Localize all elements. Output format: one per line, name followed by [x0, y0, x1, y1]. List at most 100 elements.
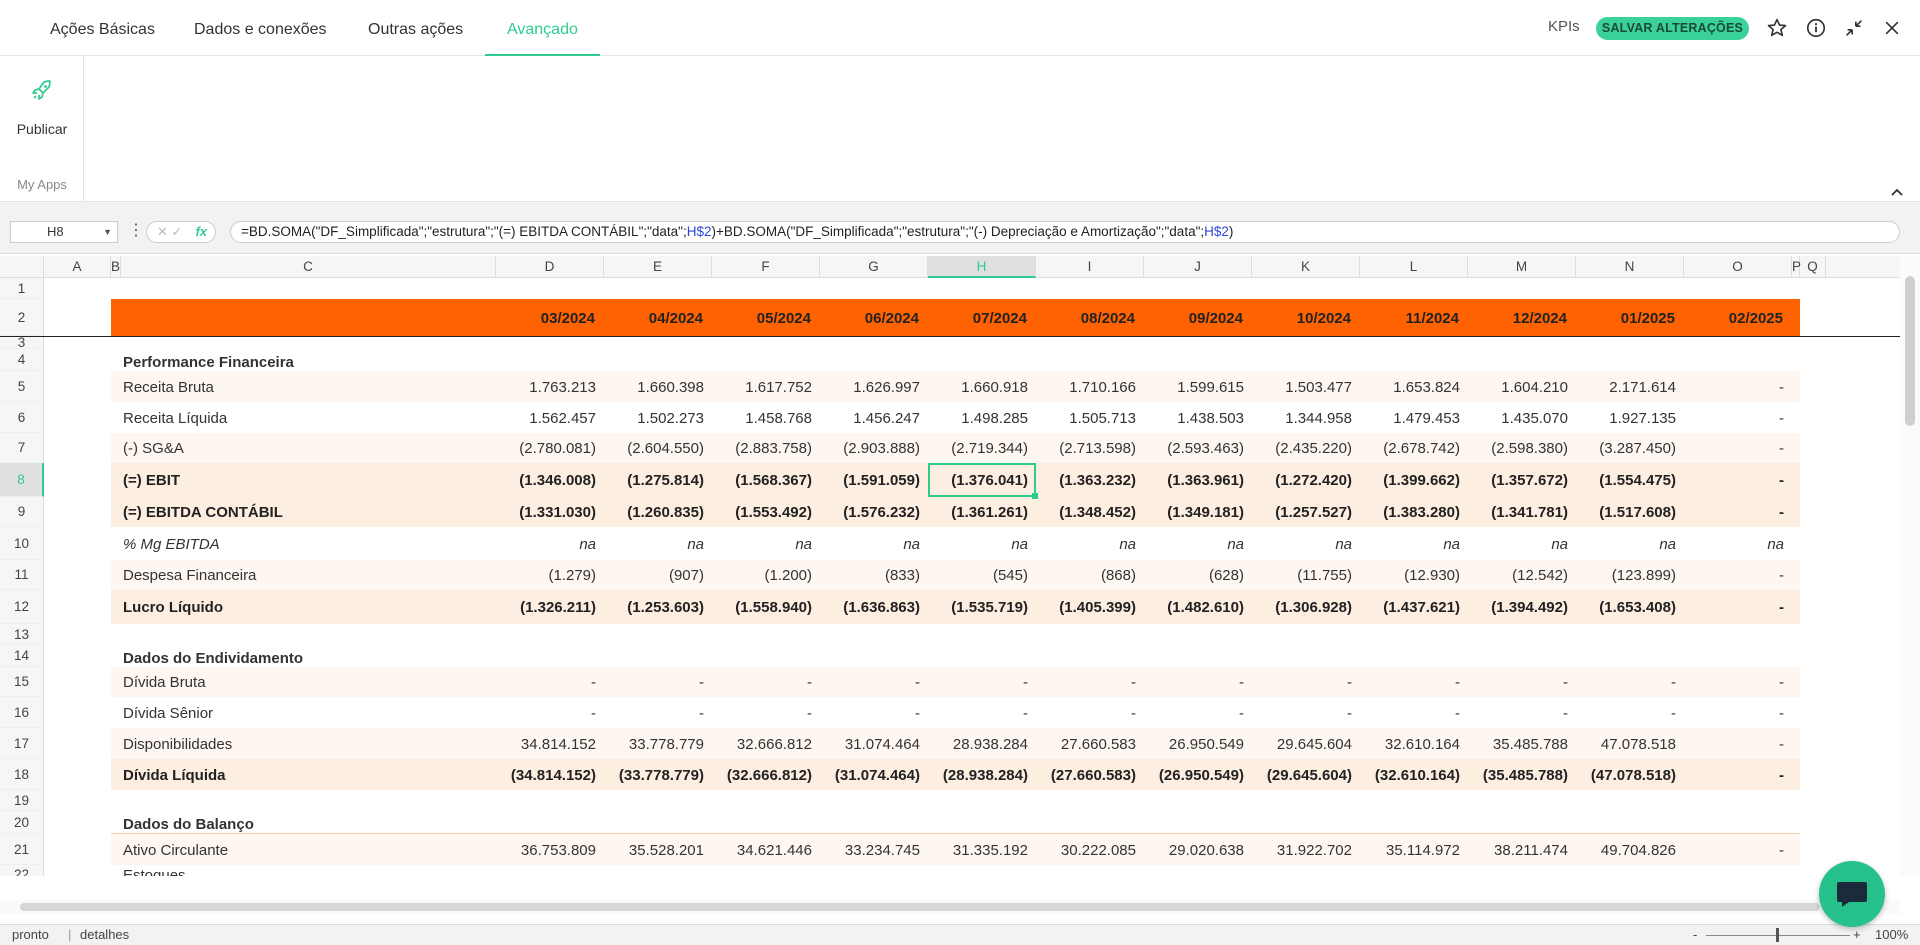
column-header-b[interactable]: B — [111, 256, 121, 278]
data-cell[interactable]: 33.778.779 — [600, 728, 704, 759]
data-cell[interactable]: 1.763.213 — [492, 371, 596, 402]
cancel-icon[interactable]: ✕ — [157, 224, 168, 239]
data-cell[interactable]: 1.502.273 — [600, 402, 704, 433]
data-cell[interactable]: - — [1356, 697, 1460, 728]
more-options-icon[interactable]: ⋮ — [128, 221, 144, 241]
zoom-slider-thumb[interactable] — [1776, 928, 1779, 942]
data-cell[interactable]: (1.405.399) — [1032, 590, 1136, 624]
data-cell[interactable]: 35.528.201 — [600, 834, 704, 865]
data-cell[interactable]: - — [1680, 834, 1784, 865]
data-cell[interactable]: (2.883.758) — [708, 433, 812, 463]
row-header-8[interactable]: 8 — [0, 463, 44, 497]
row-header-10[interactable]: 10 — [0, 527, 44, 560]
row-header-14[interactable]: 14 — [0, 645, 44, 667]
row-header-5[interactable]: 5 — [0, 371, 44, 402]
tab-acoes-basicas[interactable]: Ações Básicas — [28, 0, 177, 56]
row-header-3[interactable]: 3 — [0, 336, 44, 349]
row-header-12[interactable]: 12 — [0, 590, 44, 624]
tab-avancado[interactable]: Avançado — [485, 0, 600, 56]
data-cell[interactable]: na — [1572, 527, 1676, 560]
data-cell[interactable]: 36.753.809 — [492, 834, 596, 865]
data-cell[interactable]: 1.479.453 — [1356, 402, 1460, 433]
data-cell[interactable]: - — [1356, 667, 1460, 697]
data-cell[interactable]: (1.257.527) — [1248, 497, 1352, 527]
data-cell[interactable]: 1.435.070 — [1464, 402, 1568, 433]
data-cell[interactable]: 1.562.457 — [492, 402, 596, 433]
data-cell[interactable]: - — [1680, 560, 1784, 590]
row-header-21[interactable]: 21 — [0, 834, 44, 865]
data-cell[interactable]: (628) — [1140, 560, 1244, 590]
data-cell[interactable]: (26.950.549) — [1140, 759, 1244, 790]
data-cell[interactable]: na — [492, 527, 596, 560]
data-cell[interactable]: - — [708, 697, 812, 728]
data-cell[interactable]: (1.306.928) — [1248, 590, 1352, 624]
data-cell[interactable]: na — [924, 527, 1028, 560]
row-header-9[interactable]: 9 — [0, 497, 44, 527]
column-header-k[interactable]: K — [1252, 256, 1360, 278]
data-cell[interactable]: (35.485.788) — [1464, 759, 1568, 790]
data-cell[interactable]: na — [708, 527, 812, 560]
data-cell[interactable]: 1.438.503 — [1140, 402, 1244, 433]
data-cell[interactable]: (2.604.550) — [600, 433, 704, 463]
data-cell[interactable]: 1.626.997 — [816, 371, 920, 402]
data-cell[interactable]: 29.020.638 — [1140, 834, 1244, 865]
data-cell[interactable]: (1.558.940) — [708, 590, 812, 624]
data-cell[interactable]: 1.653.824 — [1356, 371, 1460, 402]
fill-handle[interactable] — [1032, 493, 1038, 499]
column-header-h[interactable]: H — [928, 256, 1036, 278]
data-cell[interactable]: 34.814.152 — [492, 728, 596, 759]
data-cell[interactable]: (29.645.604) — [1248, 759, 1352, 790]
data-cell[interactable]: (1.399.662) — [1356, 463, 1460, 497]
row-header-16[interactable]: 16 — [0, 697, 44, 728]
data-cell[interactable]: (1.554.475) — [1572, 463, 1676, 497]
data-cell[interactable]: - — [1248, 667, 1352, 697]
data-cell[interactable]: (32.610.164) — [1356, 759, 1460, 790]
data-cell[interactable]: (2.435.220) — [1248, 433, 1352, 463]
details-link[interactable]: detalhes — [80, 925, 129, 945]
data-cell[interactable]: - — [1680, 371, 1784, 402]
row-header-2[interactable]: 2 — [0, 299, 44, 336]
column-header-g[interactable]: G — [820, 256, 928, 278]
data-cell[interactable]: - — [816, 697, 920, 728]
data-cell[interactable]: na — [1032, 527, 1136, 560]
save-changes-button[interactable]: SALVAR ALTERAÇÕES — [1596, 17, 1749, 40]
row-header-18[interactable]: 18 — [0, 759, 44, 790]
data-cell[interactable]: 34.621.446 — [708, 834, 812, 865]
zoom-out-button[interactable]: - — [1693, 925, 1697, 945]
data-cell[interactable]: - — [1572, 667, 1676, 697]
data-cell[interactable]: (1.361.261) — [924, 497, 1028, 527]
data-cell[interactable]: 32.610.164 — [1356, 728, 1460, 759]
data-cell[interactable]: na — [816, 527, 920, 560]
row-header-6[interactable]: 6 — [0, 402, 44, 433]
row-header-1[interactable]: 1 — [0, 278, 44, 299]
data-cell[interactable]: 1.503.477 — [1248, 371, 1352, 402]
row-label[interactable]: Disponibilidades — [123, 728, 232, 759]
row-label[interactable]: (=) EBIT — [123, 463, 180, 497]
data-cell[interactable]: (1.348.452) — [1032, 497, 1136, 527]
data-cell[interactable]: (28.938.284) — [924, 759, 1028, 790]
row-header-13[interactable]: 13 — [0, 624, 44, 645]
data-cell[interactable]: - — [708, 667, 812, 697]
data-cell[interactable]: (1.576.232) — [816, 497, 920, 527]
data-cell[interactable]: - — [1680, 497, 1784, 527]
data-cell[interactable]: (123.899) — [1572, 560, 1676, 590]
data-cell[interactable]: - — [1680, 433, 1784, 463]
data-cell[interactable]: (1.383.280) — [1356, 497, 1460, 527]
data-cell[interactable]: 1.660.918 — [924, 371, 1028, 402]
row-label[interactable]: Receita Líquida — [123, 402, 227, 433]
data-cell[interactable]: (1.253.603) — [600, 590, 704, 624]
column-header-n[interactable]: N — [1576, 256, 1684, 278]
selected-cell[interactable] — [928, 463, 1038, 499]
scroll-thumb[interactable] — [20, 903, 1820, 911]
data-cell[interactable]: - — [924, 697, 1028, 728]
data-cell[interactable]: 1.456.247 — [816, 402, 920, 433]
row-label[interactable]: Despesa Financeira — [123, 560, 256, 590]
column-header-i[interactable]: I — [1036, 256, 1144, 278]
kpis-link[interactable]: KPIs — [1548, 18, 1580, 35]
data-cell[interactable]: na — [1248, 527, 1352, 560]
column-header-e[interactable]: E — [604, 256, 712, 278]
data-cell[interactable]: 1.599.615 — [1140, 371, 1244, 402]
data-cell[interactable]: (1.260.835) — [600, 497, 704, 527]
data-cell[interactable]: (833) — [816, 560, 920, 590]
column-header-p[interactable]: P — [1792, 256, 1801, 278]
